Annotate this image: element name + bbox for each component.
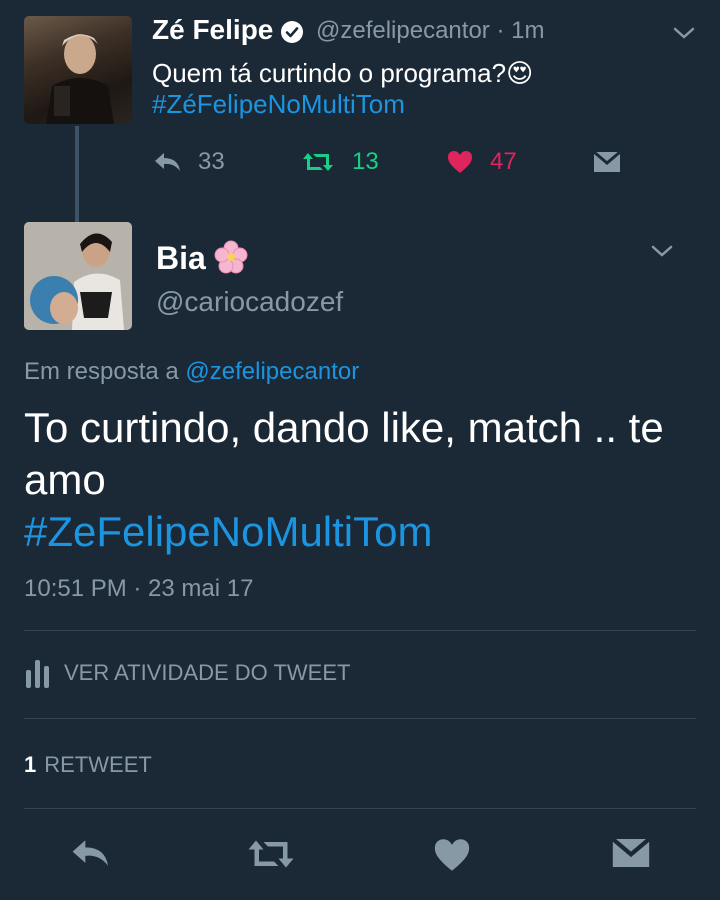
divider: [24, 630, 696, 631]
retweet-stat[interactable]: 1 RETWEET: [24, 752, 152, 778]
heart-icon: [448, 151, 472, 173]
reply-icon: [72, 840, 108, 866]
envelope-icon: [593, 150, 621, 172]
direct-message-button[interactable]: [610, 836, 652, 875]
chevron-down-icon[interactable]: [650, 242, 674, 260]
mention-link[interactable]: @zefelipecantor: [185, 358, 359, 385]
like-count: 47: [490, 148, 517, 175]
analytics-icon: [26, 660, 49, 688]
reply-button[interactable]: [68, 836, 114, 875]
author-name[interactable]: Bia: [156, 240, 206, 277]
tweet-text: To curtindo, dando like, match .. te amo: [24, 404, 664, 503]
avatar[interactable]: [24, 16, 132, 124]
retweet-icon: [303, 153, 333, 171]
verified-badge-icon: [281, 21, 303, 43]
in-reply-to: Em resposta a @zefelipecantor: [24, 358, 359, 386]
tweet-timestamp: 10:51 PM · 23 mai 17: [24, 575, 254, 602]
author-handle[interactable]: @cariocadozef: [156, 286, 343, 318]
view-tweet-activity-button[interactable]: VER ATIVIDADE DO TWEET: [24, 658, 350, 688]
hashtag-link[interactable]: #ZeFelipeNoMultiTom: [24, 506, 432, 558]
author-name[interactable]: Zé Felipe: [152, 14, 273, 46]
reply-button[interactable]: 33: [152, 148, 225, 176]
thread-connector: [75, 126, 79, 222]
heart-icon: [434, 839, 470, 871]
like-button[interactable]: [432, 836, 472, 879]
direct-message-button[interactable]: [592, 150, 622, 174]
retweet-button[interactable]: 13: [300, 148, 379, 176]
tweet-text: Quem tá curtindo o programa?😍: [152, 56, 533, 90]
relative-time: 1m: [511, 17, 545, 44]
divider: [24, 808, 696, 809]
reply-icon: [155, 153, 180, 171]
like-button[interactable]: 47: [446, 148, 517, 176]
heart-eyes-emoji: 😍: [506, 58, 534, 88]
in-reply-prefix: Em resposta a: [24, 358, 179, 385]
envelope-icon: [611, 837, 651, 867]
retweet-stat-count: 1: [24, 752, 37, 777]
retweet-icon: [248, 840, 294, 868]
author-handle[interactable]: @zefelipecantor: [316, 17, 490, 44]
reply-count: 33: [198, 148, 225, 175]
retweet-stat-label: RETWEET: [44, 752, 152, 777]
author-handle-time: @zefelipecantor · 1m: [316, 17, 544, 45]
retweet-button[interactable]: [244, 836, 298, 877]
avatar[interactable]: [24, 222, 132, 330]
analytics-label: VER ATIVIDADE DO TWEET: [64, 660, 351, 685]
divider: [24, 718, 696, 719]
chevron-down-icon[interactable]: [672, 24, 696, 42]
cherry-blossom-icon: [214, 240, 248, 274]
retweet-count: 13: [352, 148, 379, 175]
time-separator: ·: [496, 17, 505, 44]
tweet-text-body: Quem tá curtindo o programa?: [152, 58, 507, 88]
tweet-detail-screen: Zé Felipe @zefelipecantor · 1m Quem tá c…: [0, 0, 720, 900]
hashtag-link[interactable]: #ZéFelipeNoMultiTom: [152, 89, 405, 120]
